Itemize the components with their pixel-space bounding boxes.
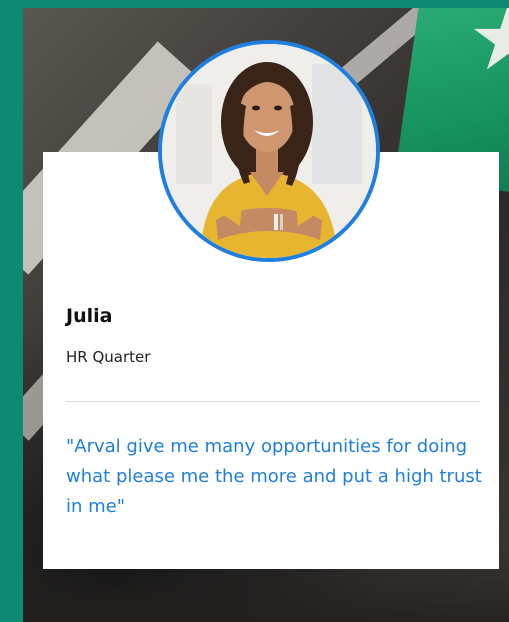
- avatar-photo: [162, 44, 376, 258]
- testimonial-quote: "Arval give me many opportunities for do…: [66, 436, 482, 517]
- avatar: [158, 40, 380, 262]
- star-icon: ★: [468, 8, 509, 91]
- person-role: HR Quarter: [66, 348, 151, 366]
- person-name: Julia: [66, 305, 113, 327]
- person-illustration: [162, 44, 376, 258]
- divider: [66, 401, 480, 402]
